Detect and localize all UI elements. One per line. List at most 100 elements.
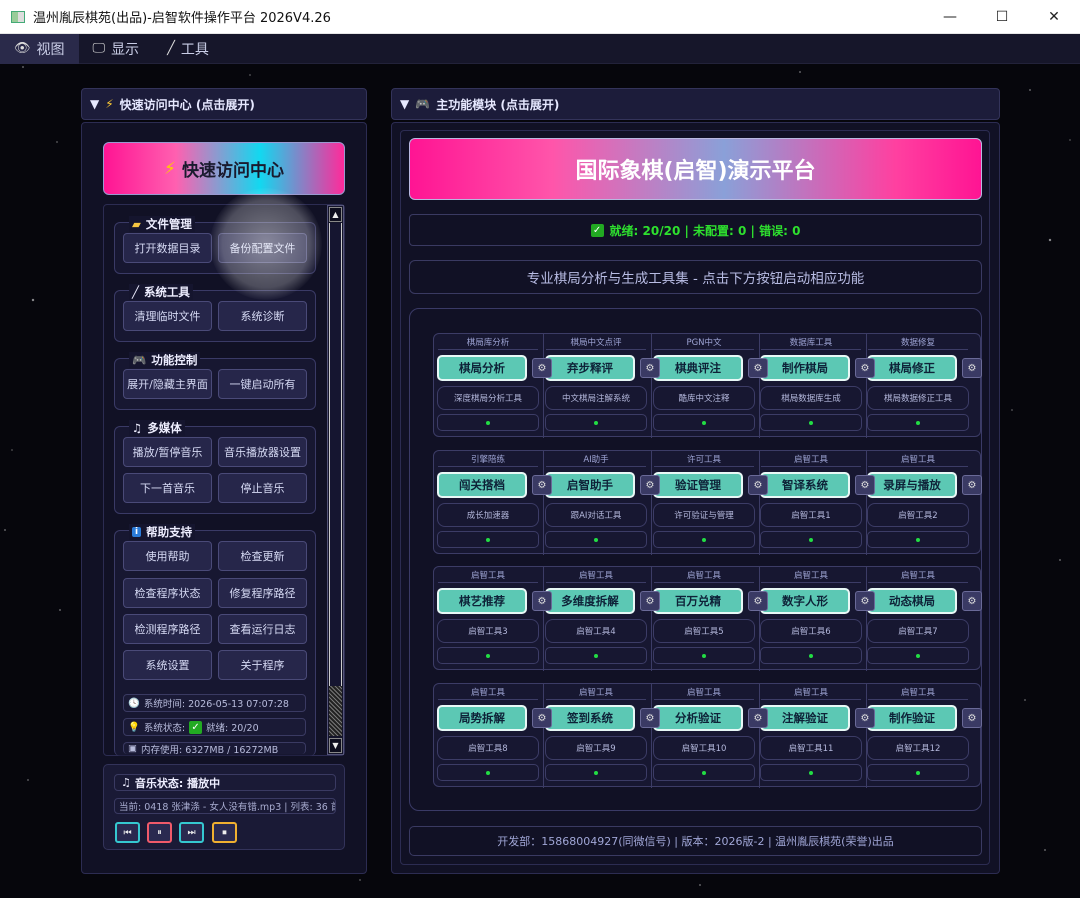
system-settings-button[interactable]: 系统设置 <box>123 650 212 680</box>
gear-icon[interactable]: ⚙ <box>855 475 875 495</box>
maximize-button[interactable]: ☐ <box>976 0 1028 34</box>
scrollbar-thumb[interactable] <box>329 686 342 736</box>
gear-icon[interactable]: ⚙ <box>855 591 875 611</box>
memory-usage: ▣ 内存使用: 6327MB / 16272MB <box>123 742 306 754</box>
gear-icon[interactable]: ⚙ <box>748 358 768 378</box>
function-launch-button[interactable]: 多维度拆解 <box>545 588 635 614</box>
status-dot-icon <box>486 770 490 775</box>
function-card: 启智工具 多维度拆解 ⚙ 启智工具4 <box>542 567 660 671</box>
function-launch-button[interactable]: 棋局分析 <box>437 355 527 381</box>
function-launch-button[interactable]: 棋典评注 <box>653 355 743 381</box>
check-program-status-button[interactable]: 检查程序状态 <box>123 578 212 608</box>
function-launch-button[interactable]: 启智助手 <box>545 472 635 498</box>
gear-icon[interactable]: ⚙ <box>962 708 982 728</box>
pause-button[interactable]: ⏸ <box>147 822 172 843</box>
function-launch-button[interactable]: 弃步释评 <box>545 355 635 381</box>
gear-icon[interactable]: ⚙ <box>748 591 768 611</box>
menu-display-label: 显示 <box>111 41 140 58</box>
function-card: 启智工具 智译系统 ⚙ 启智工具1 <box>757 451 875 555</box>
scroll-up-arrow-icon[interactable]: ▲ <box>329 207 342 222</box>
function-category: 许可工具 <box>654 453 754 467</box>
minimize-button[interactable]: — <box>924 0 976 34</box>
function-launch-button[interactable]: 录屏与播放 <box>867 472 957 498</box>
menu-tools[interactable]: ╱ 工具 <box>153 34 223 64</box>
system-status: 💡 系统状态: ✓ 就绪: 20/20 <box>123 718 306 736</box>
function-launch-button[interactable]: 闯关搭档 <box>437 472 527 498</box>
function-category: 启智工具 <box>761 686 861 700</box>
view-log-button[interactable]: 查看运行日志 <box>218 614 307 644</box>
about-button[interactable]: 关于程序 <box>218 650 307 680</box>
gear-icon[interactable]: ⚙ <box>640 475 660 495</box>
scroll-down-arrow-icon[interactable]: ▼ <box>329 738 342 753</box>
fix-program-path-button[interactable]: 修复程序路径 <box>218 578 307 608</box>
open-data-dir-button[interactable]: 打开数据目录 <box>123 233 212 263</box>
function-launch-button[interactable]: 棋艺推荐 <box>437 588 527 614</box>
function-launch-button[interactable]: 局势拆解 <box>437 705 527 731</box>
stop-music-button[interactable]: 停止音乐 <box>218 473 307 503</box>
vertical-scrollbar[interactable]: ▲ ▼ <box>327 205 344 755</box>
gear-icon[interactable]: ⚙ <box>962 358 982 378</box>
function-description: 启智工具7 <box>867 619 969 643</box>
status-indicator <box>867 531 969 548</box>
function-launch-button[interactable]: 验证管理 <box>653 472 743 498</box>
music-player-settings-button[interactable]: 音乐播放器设置 <box>218 437 307 467</box>
function-launch-button[interactable]: 棋局修正 <box>867 355 957 381</box>
detect-program-path-button[interactable]: 检测程序路径 <box>123 614 212 644</box>
backup-config-button[interactable]: 备份配置文件 <box>218 233 307 263</box>
stop-icon: ⏹ <box>222 827 227 838</box>
prev-track-button[interactable]: ⏮ <box>115 822 140 843</box>
gear-icon[interactable]: ⚙ <box>748 708 768 728</box>
gear-icon[interactable]: ⚙ <box>962 475 982 495</box>
function-category: 引擎陪练 <box>438 453 538 467</box>
function-category: 启智工具 <box>868 569 968 583</box>
function-launch-button[interactable]: 百万兑精 <box>653 588 743 614</box>
function-launch-button[interactable]: 智译系统 <box>760 472 850 498</box>
function-category: 数据库工具 <box>761 336 861 350</box>
gear-icon[interactable]: ⚙ <box>855 358 875 378</box>
close-button[interactable]: ✕ <box>1028 0 1080 34</box>
gear-icon[interactable]: ⚙ <box>532 591 552 611</box>
function-launch-button[interactable]: 签到系统 <box>545 705 635 731</box>
gear-icon[interactable]: ⚙ <box>532 708 552 728</box>
gear-icon[interactable]: ⚙ <box>640 358 660 378</box>
system-diagnose-button[interactable]: 系统诊断 <box>218 301 307 331</box>
check-update-button[interactable]: 检查更新 <box>218 541 307 571</box>
help-button[interactable]: 使用帮助 <box>123 541 212 571</box>
next-music-button[interactable]: 下一首音乐 <box>123 473 212 503</box>
status-dot-icon <box>702 420 706 425</box>
status-indicator <box>867 764 969 781</box>
gear-icon[interactable]: ⚙ <box>640 591 660 611</box>
function-card: AI助手 启智助手 ⚙ 跟AI对话工具 <box>542 451 660 555</box>
menu-display[interactable]: 🖵 显示 <box>79 34 154 64</box>
next-track-button[interactable]: ⏭ <box>179 822 204 843</box>
function-card: 许可工具 验证管理 ⚙ 许可验证与管理 <box>650 451 768 555</box>
function-launch-button[interactable]: 制作棋局 <box>760 355 850 381</box>
function-description: 启智工具10 <box>653 736 755 760</box>
music-panel: ♫ 音乐状态: 播放中 当前: 0418 张津涤 - 女人没有错.mp3 | 列… <box>103 764 345 850</box>
function-category: PGN中文 <box>654 336 754 350</box>
gear-icon[interactable]: ⚙ <box>640 708 660 728</box>
gear-icon[interactable]: ⚙ <box>532 358 552 378</box>
function-launch-button[interactable]: 分析验证 <box>653 705 743 731</box>
play-pause-music-button[interactable]: 播放/暂停音乐 <box>123 437 212 467</box>
quick-access-header[interactable]: ▼ ⚡ 快速访问中心 (点击展开) <box>81 88 367 120</box>
stop-button[interactable]: ⏹ <box>212 822 237 843</box>
gear-icon[interactable]: ⚙ <box>855 708 875 728</box>
scrollbar-track[interactable] <box>329 223 342 735</box>
menu-view[interactable]: 👁 视图 <box>0 33 79 64</box>
function-launch-button[interactable]: 动态棋局 <box>867 588 957 614</box>
toggle-main-ui-button[interactable]: 展开/隐藏主界面 <box>123 369 212 399</box>
status-indicator <box>437 414 539 431</box>
main-module-header[interactable]: ▼ 🎮 主功能模块 (点击展开) <box>391 88 1000 120</box>
gear-icon[interactable]: ⚙ <box>532 475 552 495</box>
launch-all-button[interactable]: 一键启动所有 <box>218 369 307 399</box>
function-launch-button[interactable]: 制作验证 <box>867 705 957 731</box>
function-launch-button[interactable]: 注解验证 <box>760 705 850 731</box>
gear-icon[interactable]: ⚙ <box>962 591 982 611</box>
gear-icon[interactable]: ⚙ <box>748 475 768 495</box>
menu-tools-label: 工具 <box>180 41 209 58</box>
function-launch-button[interactable]: 数字人形 <box>760 588 850 614</box>
system-status-value: 就绪: 20/20 <box>206 723 259 734</box>
music-status-text: 音乐状态: 播放中 <box>134 776 221 790</box>
clean-temp-button[interactable]: 清理临时文件 <box>123 301 212 331</box>
